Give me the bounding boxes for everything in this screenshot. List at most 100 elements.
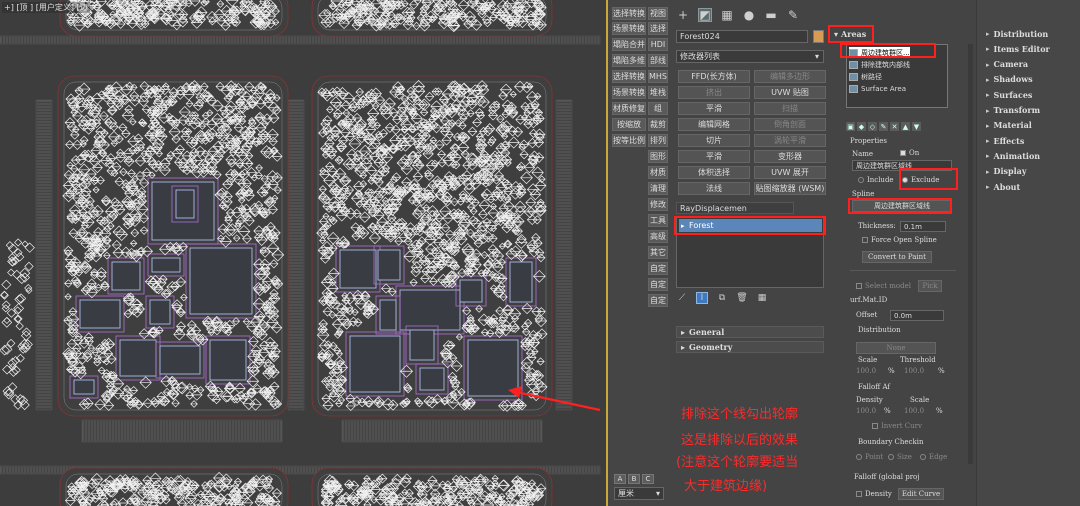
tool-button[interactable]: 部线	[648, 54, 668, 67]
b-button[interactable]: B	[628, 474, 640, 484]
move-down-icon[interactable]: ▼	[912, 122, 921, 131]
show-end-result-icon[interactable]: I	[696, 292, 708, 304]
modifier-button[interactable]: 法线	[678, 182, 750, 195]
tool-button[interactable]: 按缩放	[612, 118, 646, 131]
tool-button[interactable]: 塌陷合并	[612, 38, 646, 51]
rollout-geometry[interactable]: ▸ Geometry	[676, 341, 824, 353]
paint-icon[interactable]: ◆	[857, 122, 866, 131]
motion-icon[interactable]: ●	[742, 8, 756, 22]
pin-stack-icon[interactable]: ⟋	[676, 292, 688, 304]
modifier-button[interactable]: 体积选择	[678, 166, 750, 179]
brush-icon[interactable]: ✎	[879, 122, 888, 131]
move-up-icon[interactable]: ▲	[901, 122, 910, 131]
offset-field[interactable]: 0.0m	[890, 310, 944, 321]
side-tool-button[interactable]: 清理	[648, 182, 668, 195]
object-color-swatch[interactable]	[813, 30, 824, 43]
rollout-menu-item[interactable]: Shadows	[980, 73, 1076, 86]
edit-curve-button[interactable]: Edit Curve	[898, 488, 944, 500]
modifier-button[interactable]: 编辑多边形	[754, 70, 826, 83]
plus-icon[interactable]: +	[676, 8, 690, 22]
c-button[interactable]: C	[642, 474, 654, 484]
point-radio[interactable]: Point	[856, 453, 883, 461]
side-tool-button[interactable]: 其它	[648, 246, 668, 259]
include-radio[interactable]: Include	[858, 176, 894, 184]
areas-scrollbar[interactable]	[968, 44, 973, 464]
rollout-menu-item[interactable]: Transform	[980, 104, 1076, 117]
side-tool-button[interactable]: 图形	[648, 150, 668, 163]
tool-button[interactable]: 场景转换	[612, 86, 646, 99]
pick-button[interactable]: Pick	[918, 280, 942, 292]
tool-button[interactable]: 材质修复	[612, 102, 646, 115]
make-unique-icon[interactable]: ⧉	[716, 292, 728, 304]
thickness-field[interactable]: 0.1m	[900, 221, 946, 232]
raydisplacement-item[interactable]: RayDisplacemen	[676, 202, 794, 214]
side-tool-button[interactable]: 自定	[648, 262, 668, 275]
modifier-button[interactable]: 倒角剖面	[754, 118, 826, 131]
modifier-button[interactable]: 切片	[678, 134, 750, 147]
tool-button[interactable]: 按等比例	[612, 134, 646, 147]
modifier-button[interactable]: UVW 展开	[754, 166, 826, 179]
rollout-menu-item[interactable]: Surfaces	[980, 88, 1076, 101]
a-button[interactable]: A	[614, 474, 626, 484]
falloff-scale-value[interactable]: 100.0	[904, 407, 924, 415]
side-tool-button[interactable]: 自定	[648, 278, 668, 291]
rollout-menu-item[interactable]: Effects	[980, 134, 1076, 147]
modifier-button[interactable]: UVW 贴图	[754, 86, 826, 99]
modifier-button[interactable]: 编辑网格	[678, 118, 750, 131]
unit-dropdown[interactable]: 厘米 ▾	[614, 487, 664, 500]
tool-button[interactable]: 场景转换	[612, 22, 646, 35]
rollout-menu-item[interactable]: Camera	[980, 58, 1076, 71]
modifier-button[interactable]: 平滑	[678, 102, 750, 115]
modify-icon[interactable]: ◩	[698, 8, 712, 22]
side-tool-button[interactable]: 材质	[648, 166, 668, 179]
none-button[interactable]: None	[856, 342, 936, 354]
tool-button[interactable]: 排列	[648, 134, 668, 147]
tool-button[interactable]: MHS	[648, 70, 668, 83]
modifier-list-dropdown[interactable]: 修改器列表 ▾	[676, 50, 824, 63]
area-item-1[interactable]: 排除建筑内部线	[849, 59, 910, 70]
tool-button[interactable]: 视图	[648, 7, 668, 20]
side-tool-button[interactable]: 工具	[648, 214, 668, 227]
density-value[interactable]: 100.0	[856, 407, 876, 415]
select-model-checkbox[interactable]: Select model	[856, 282, 911, 290]
rollout-menu-item[interactable]: Distribution	[980, 27, 1076, 40]
configure-sets-icon[interactable]: ▦	[756, 292, 768, 304]
rollout-general[interactable]: ▸ General	[676, 326, 824, 338]
scale-value[interactable]: 100.0	[856, 367, 876, 375]
density2-checkbox[interactable]: Density	[856, 490, 892, 498]
tool-button[interactable]: 选择	[648, 22, 668, 35]
tool-button[interactable]: 选择转换	[612, 7, 646, 20]
modifier-button[interactable]: 涡轮平滑	[754, 134, 826, 147]
rollout-menu-item[interactable]: Items Editor	[980, 42, 1076, 55]
convert-to-paint-button[interactable]: Convert to Paint	[862, 251, 932, 263]
modifier-button[interactable]: 挤出	[678, 86, 750, 99]
edge-radio[interactable]: Edge	[920, 453, 947, 461]
rollout-menu-item[interactable]: Animation	[980, 149, 1076, 162]
threshold-value[interactable]: 100.0	[904, 367, 924, 375]
delete-icon[interactable]: ✕	[890, 122, 899, 131]
rollout-menu-item[interactable]: Material	[980, 119, 1076, 132]
modifier-button[interactable]: 平滑	[678, 150, 750, 163]
spline-pick-icon[interactable]: ◇	[868, 122, 877, 131]
display-icon[interactable]: ▬	[764, 8, 778, 22]
hierarchy-icon[interactable]: ▦	[720, 8, 734, 22]
modifier-button[interactable]: 变形器	[754, 150, 826, 163]
viewport-label[interactable]: +] [顶 ] [用户定义] [边	[2, 2, 90, 13]
side-tool-button[interactable]: 高级	[648, 230, 668, 243]
invert-curve-checkbox[interactable]: Invert Curv	[872, 422, 922, 430]
object-name-field[interactable]: Forest024	[676, 30, 808, 43]
size-radio[interactable]: Size	[888, 453, 912, 461]
utilities-icon[interactable]: ✎	[786, 8, 800, 22]
rollout-menu-item[interactable]: About	[980, 180, 1076, 193]
add-area-icon[interactable]: ▣	[846, 122, 855, 131]
tool-button[interactable]: HDI	[648, 38, 668, 51]
side-tool-button[interactable]: 修改	[648, 198, 668, 211]
side-tool-button[interactable]: 自定	[648, 294, 668, 307]
area-item-3[interactable]: Surface Area	[849, 83, 906, 94]
tool-button[interactable]: 组	[648, 102, 668, 115]
tool-button[interactable]: 堆栈	[648, 86, 668, 99]
remove-modifier-icon[interactable]: 🗑	[736, 292, 748, 304]
tool-button[interactable]: 塌陷多维	[612, 54, 646, 67]
area-item-2[interactable]: 树路径	[849, 71, 882, 82]
viewport-top[interactable]: +] [顶 ] [用户定义] [边 排除这个线勾出轮廓	[0, 0, 608, 506]
